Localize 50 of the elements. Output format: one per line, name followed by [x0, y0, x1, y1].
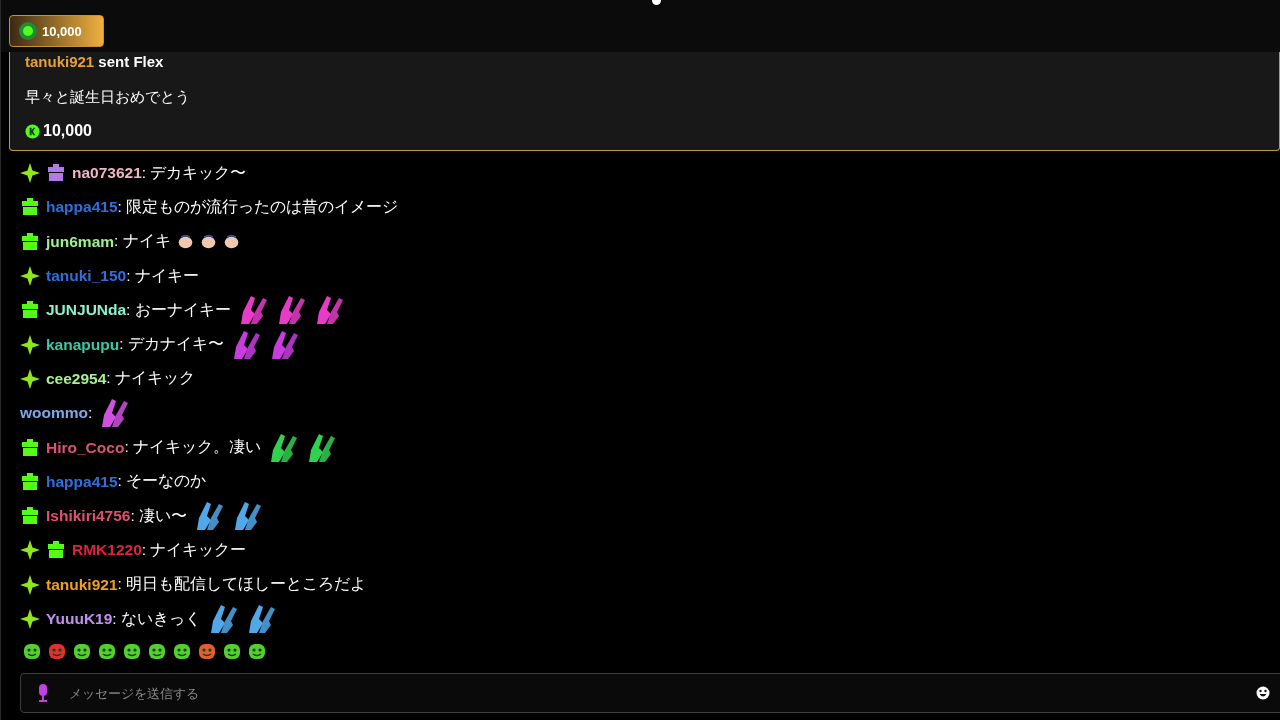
message-text: : デカナイキ〜	[119, 334, 224, 355]
emote-icon[interactable]	[47, 641, 67, 662]
emote-icon[interactable]	[147, 641, 167, 662]
username[interactable]: tanuki921	[46, 575, 118, 594]
gift-message: 早々と誕生日おめでとう	[25, 87, 191, 107]
emote-icon[interactable]	[97, 641, 117, 662]
message-text: : ナイキー	[126, 265, 199, 286]
sparkle-badge-icon	[20, 540, 40, 561]
message-text: : デカキック〜	[141, 162, 247, 183]
message-text: : ナイキックー	[141, 539, 247, 560]
sparkle-badge-icon	[20, 574, 40, 595]
username[interactable]: RMK1220	[72, 541, 142, 560]
message-text: : そーなのか	[117, 471, 207, 492]
emote-icon[interactable]	[72, 641, 92, 662]
message-text: :	[88, 404, 93, 423]
username[interactable]: na073621	[72, 164, 142, 183]
tip-badge[interactable]: 10,000	[9, 15, 104, 47]
sparkle-badge-icon	[20, 266, 40, 287]
message-text: : ないきっく	[112, 608, 201, 629]
username[interactable]: happa415	[46, 472, 118, 491]
message-text: : ナイキック。凄い	[124, 437, 261, 457]
emote-icon[interactable]	[22, 641, 42, 662]
username[interactable]: Ishikiri4756	[46, 507, 131, 526]
message-text: : 明日も配信してほしーところだよ	[117, 574, 367, 595]
sparkle-badge-icon	[20, 368, 40, 389]
sparkle-badge-icon	[20, 163, 40, 184]
message-text: : ナイキック	[106, 368, 195, 389]
gift-amount: 10,000	[43, 122, 92, 140]
emote-icon[interactable]	[197, 641, 217, 662]
message-field[interactable]: メッセージを送信する	[20, 673, 1280, 713]
message-text: : おーナイキー	[126, 299, 231, 320]
microphone-icon[interactable]	[37, 684, 49, 702]
emote-icon[interactable]	[122, 641, 142, 662]
message-text: : ナイキ	[114, 231, 171, 252]
message-text: : 限定ものが流行ったのは昔のイメージ	[117, 196, 399, 217]
emote-icon[interactable]	[247, 641, 267, 662]
username[interactable]: Hiro_Coco	[46, 438, 125, 457]
emote-icon[interactable]	[222, 641, 242, 662]
emote-icon[interactable]	[172, 641, 192, 662]
message-input[interactable]: メッセージを送信する	[67, 684, 1256, 702]
marker-icon	[652, 0, 661, 5]
gift-title: tanuki921 sent Flex	[25, 52, 165, 71]
message-text: : 凄い〜	[130, 505, 188, 526]
kick-coin-icon	[25, 123, 40, 139]
username[interactable]: happa415	[46, 198, 118, 217]
sparkle-badge-icon	[20, 334, 40, 355]
username[interactable]: jun6mam	[46, 232, 115, 251]
sparkle-badge-icon	[20, 609, 40, 629]
emoji-icon[interactable]	[1256, 686, 1270, 700]
coin-icon	[18, 21, 38, 41]
